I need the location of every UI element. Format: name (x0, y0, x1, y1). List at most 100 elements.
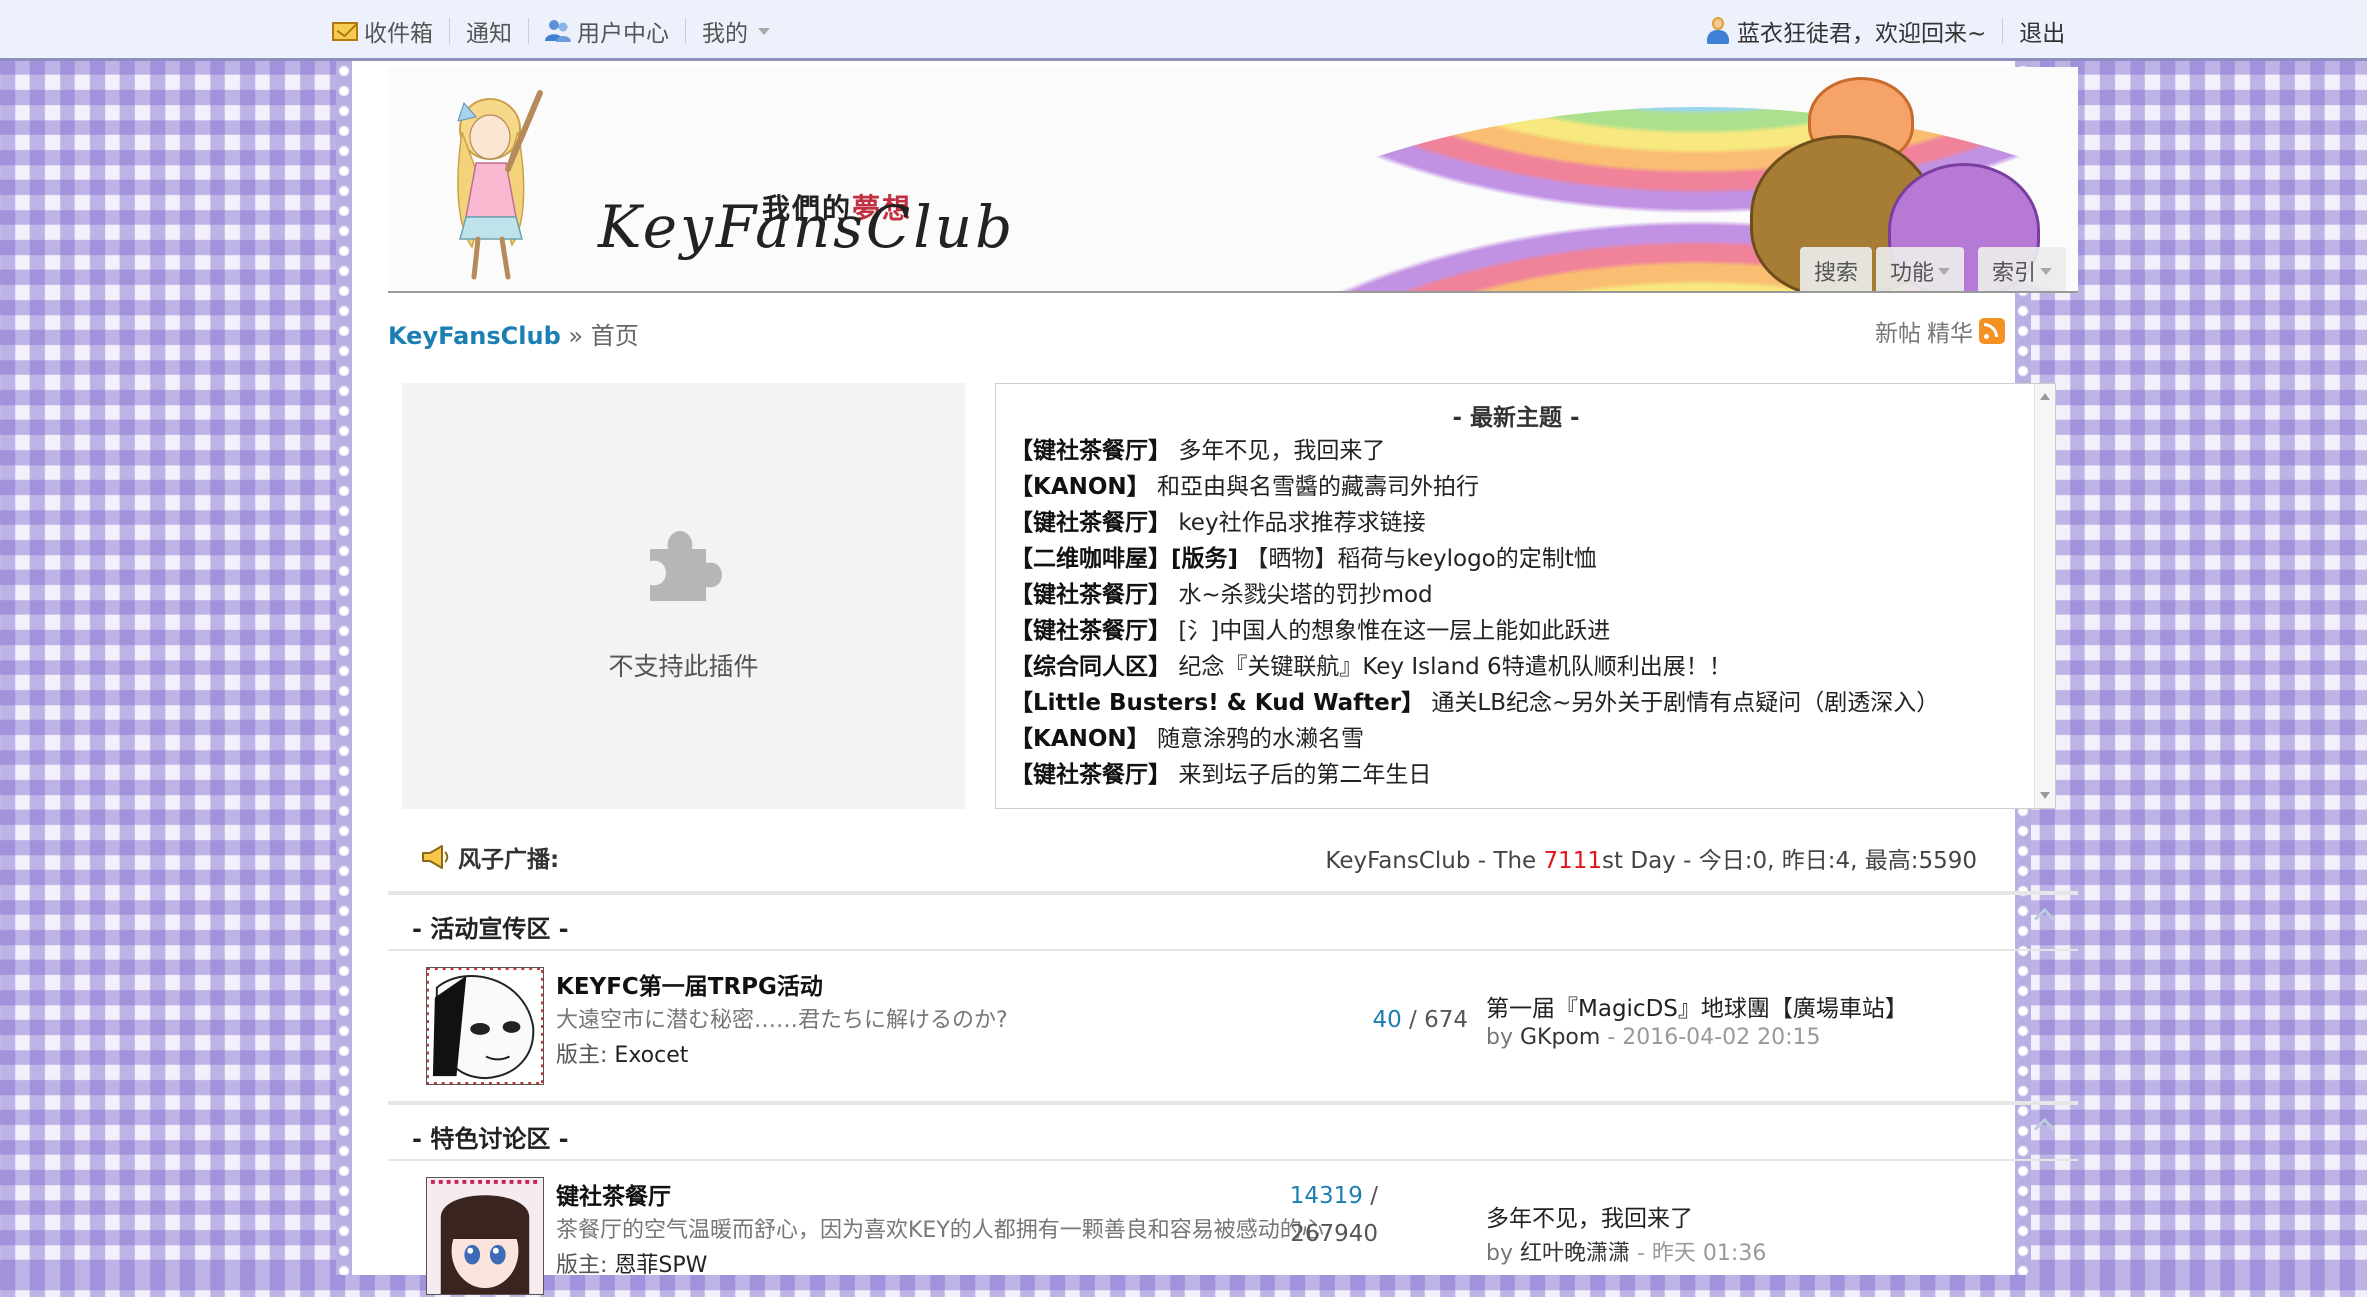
lace-border-left (336, 61, 352, 1275)
latest-title: - 最新主题 - (1452, 405, 1580, 431)
user-area: 蓝衣狂徒君，欢迎回来~ 退出 (1707, 14, 2367, 48)
nav-divider (449, 18, 450, 44)
latest-item[interactable]: 【综合同人区】 纪念『关键联航』Key Island 6特遣机队顺利出展！！ (1010, 649, 1939, 685)
user-icon (1707, 17, 1729, 45)
collapse-icon[interactable] (2033, 907, 2056, 930)
last-post-time: - 昨天 01:36 (1630, 1241, 1767, 1266)
rss-icon[interactable] (1979, 318, 2005, 344)
scroll-down-icon[interactable] (2040, 792, 2050, 799)
section-header-events: - 活动宣传区 - (388, 891, 2078, 951)
latest-item[interactable]: 【Little Busters! & Kud Wafter】 通关LB纪念~另外… (1010, 685, 1939, 721)
forum-name[interactable]: 键社茶餐厅 (556, 1177, 671, 1211)
section-title[interactable]: - 特色讨论区 - (412, 1119, 569, 1154)
section-header-featured: - 特色讨论区 - (388, 1101, 2078, 1161)
forum-counts: 40 / 674 (1038, 1007, 1468, 1033)
latest-item[interactable]: 【二维咖啡屋】[版务] 【晒物】稻荷与keylogo的定制t恤 (1010, 541, 1939, 577)
inbox-link[interactable]: 收件箱 (332, 14, 433, 48)
post-count: 674 (1424, 1007, 1468, 1033)
latest-item[interactable]: 【键社茶餐厅】 key社作品求推荐求链接 (1010, 505, 1939, 541)
mine-menu[interactable]: 我的 (702, 14, 770, 48)
broadcast-label: 风子广播: (458, 847, 560, 873)
last-post-title[interactable]: 第一届『MagicDS』地球團【廣場車站】 (1486, 989, 1908, 1023)
breadcrumb-sep: » (568, 322, 584, 350)
users-icon (545, 20, 571, 42)
count-sep: / (1362, 1183, 1378, 1209)
scroll-up-icon[interactable] (2040, 393, 2050, 400)
puzzle-icon (650, 531, 722, 601)
tab-search-label: 搜索 (1813, 261, 1858, 286)
forum-thumbnail[interactable] (426, 967, 544, 1085)
count-sep: / (1401, 1007, 1425, 1033)
latest-item[interactable]: 【KANON】 随意涂鸦的水濑名雪 (1010, 721, 1939, 757)
moderator-name[interactable]: 恩菲SPW (614, 1253, 707, 1278)
chevron-down-icon (2040, 267, 2052, 275)
tab-index-label: 索引 (1991, 261, 2036, 286)
last-post-meta: by GKpom - 2016-04-02 20:15 (1486, 1025, 1821, 1050)
forum-row: KEYFC第一届TRPG活动 大遠空市に潜む秘密……君たちに解けるのか? 版主:… (388, 951, 2078, 1087)
moderator-name[interactable]: Exocet (614, 1043, 688, 1068)
mail-icon (332, 21, 358, 41)
last-post-time: - 2016-04-02 20:15 (1600, 1025, 1821, 1050)
post-count: 267940 (1290, 1221, 1378, 1247)
megaphone-icon (422, 845, 449, 869)
welcome-text[interactable]: 蓝衣狂徒君，欢迎回来~ (1737, 14, 1986, 48)
site-banner: 我們的夢想 KeyFansClub 搜索 功能 索引 (388, 67, 2078, 293)
nav-divider (528, 18, 529, 44)
forum-counts: 14319 / 267940 (1008, 1177, 1378, 1253)
quick-links: 新帖 精华 (1875, 314, 2015, 348)
breadcrumb: KeyFansClub » 首页 (388, 316, 639, 351)
main-container: 我們的夢想 KeyFansClub 搜索 功能 索引 KeyFansClub »… (352, 61, 2078, 1295)
section-title[interactable]: - 活动宣传区 - (412, 909, 569, 944)
forum-name[interactable]: KEYFC第一届TRPG活动 (556, 967, 823, 1001)
last-by-label: by (1486, 1241, 1520, 1266)
mine-label: 我的 (702, 21, 748, 47)
breadcrumb-home[interactable]: KeyFansClub (388, 322, 561, 350)
stats-day: 7111 (1543, 848, 1603, 874)
banner-tabs: 搜索 功能 索引 (1799, 247, 2066, 291)
latest-scrollbar[interactable] (2034, 384, 2055, 808)
site-logo[interactable]: KeyFansClub (598, 193, 1015, 261)
digest-link[interactable]: 精华 (1927, 314, 1973, 348)
moderator-label: 版主: (556, 1043, 608, 1068)
latest-list: 【键社茶餐厅】 多年不见，我回来了 【KANON】 和亞由與名雪醬的藏壽司外拍行… (1010, 433, 1939, 793)
last-post-author[interactable]: GKpom (1520, 1025, 1600, 1050)
latest-threads-box: - 最新主题 - 【键社茶餐厅】 多年不见，我回来了 【KANON】 和亞由與名… (995, 383, 2056, 809)
notify-link[interactable]: 通知 (466, 14, 512, 48)
thread-count: 40 (1372, 1007, 1402, 1033)
latest-item[interactable]: 【键社茶餐厅】 多年不见，我回来了 (1010, 433, 1939, 469)
top-bar: 收件箱 通知 用户中心 我的 蓝衣狂徒君，欢迎回来~ 退出 (0, 0, 2367, 61)
forum-moderator: 版主: 恩菲SPW (556, 1247, 707, 1279)
last-post-meta: by 红叶晚潇潇 - 昨天 01:36 (1486, 1235, 1766, 1267)
collapse-icon[interactable] (2033, 1117, 2056, 1140)
latest-item[interactable]: 【键社茶餐厅】 水~杀戮尖塔的罚抄mod (1010, 577, 1939, 613)
breadcrumb-current: 首页 (590, 322, 639, 350)
tab-functions-label: 功能 (1889, 261, 1934, 286)
latest-item[interactable]: 【KANON】 和亞由與名雪醬的藏壽司外拍行 (1010, 469, 1939, 505)
tab-search[interactable]: 搜索 (1799, 247, 1872, 291)
logout-link[interactable]: 退出 (2019, 14, 2065, 48)
inbox-label: 收件箱 (364, 21, 433, 47)
tab-index[interactable]: 索引 (1977, 247, 2066, 291)
stats-suffix: st Day - 今日:0, 昨日:4, 最高:5590 (1602, 848, 1977, 874)
plugin-placeholder: 不支持此插件 (402, 383, 965, 809)
last-by-label: by (1486, 1025, 1520, 1050)
notify-label: 通知 (466, 21, 512, 47)
stats-prefix: KeyFansClub - The (1325, 848, 1544, 874)
site-stats: KeyFansClub - The 7111st Day - 今日:0, 昨日:… (1257, 841, 1977, 875)
nav-divider (685, 18, 686, 44)
forum-row: 键社茶餐厅 茶餐厅的空气温暖而舒心，因为喜欢KEY的人都拥有一颗善良和容易被感动… (388, 1161, 2078, 1297)
user-divider (2002, 18, 2004, 44)
latest-item[interactable]: 【键社茶餐厅】 [氵]中国人的想象惟在这一层上能如此跃进 (1010, 613, 1939, 649)
latest-item[interactable]: 【键社茶餐厅】 来到坛子后的第二年生日 (1010, 757, 1939, 793)
forum-thumbnail[interactable] (426, 1177, 544, 1295)
last-post-author[interactable]: 红叶晚潇潇 (1520, 1241, 1630, 1266)
chevron-down-icon (1937, 267, 1950, 275)
tab-functions[interactable]: 功能 (1875, 247, 1964, 291)
broadcast: 风子广播: (420, 840, 559, 874)
chevron-down-icon (758, 27, 770, 35)
last-post-title[interactable]: 多年不见，我回来了 (1486, 1199, 1693, 1233)
moderator-label: 版主: (556, 1253, 608, 1278)
user-center-link[interactable]: 用户中心 (545, 14, 669, 48)
new-posts-link[interactable]: 新帖 (1875, 314, 1921, 348)
thread-count: 14319 (1289, 1183, 1363, 1209)
